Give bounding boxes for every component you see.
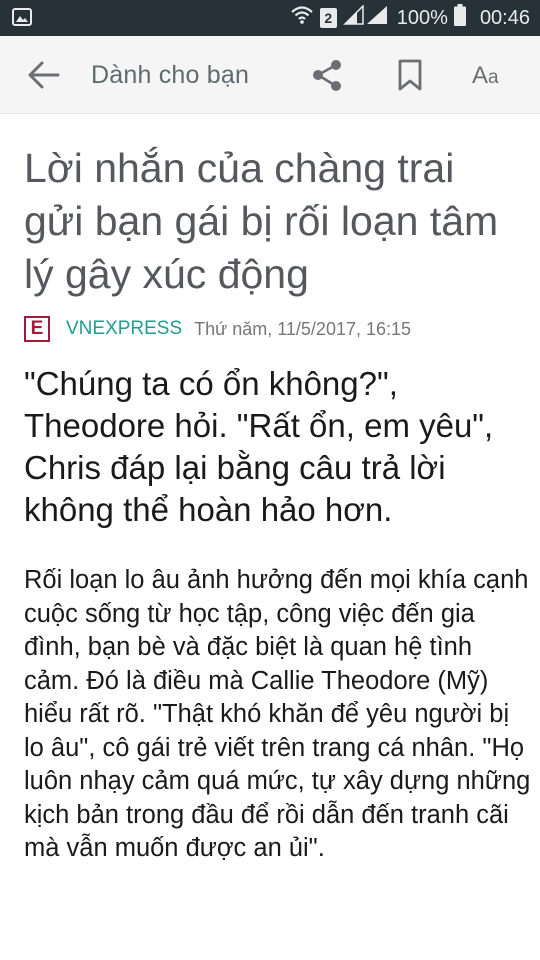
app-bar: Dành cho bạn Aa <box>0 36 540 114</box>
battery-icon <box>453 4 466 32</box>
app-bar-title: Dành cho bạn <box>91 61 250 89</box>
source-logo: E <box>24 316 50 342</box>
bookmark-icon[interactable] <box>394 58 426 92</box>
article-lead: "Chúng ta có ổn không?", Theodore hỏi. "… <box>24 365 494 528</box>
font-size-icon[interactable]: Aa <box>472 62 499 90</box>
clock: 00:46 <box>479 6 530 29</box>
battery-percent: 100% <box>396 6 448 29</box>
sim-slot-badge: 2 <box>319 8 337 28</box>
signal-icon <box>342 4 389 31</box>
back-arrow-icon[interactable] <box>26 58 62 92</box>
share-icon[interactable] <box>310 58 346 92</box>
article-body-paragraph: Rối loạn lo âu ảnh hưởng đến mọi khía cạ… <box>24 566 531 862</box>
publish-date: Thứ năm, 11/5/2017, 16:15 <box>194 318 412 339</box>
font-size-label-small: a <box>488 67 499 88</box>
article-headline: Lời nhắn của chàng trai gửi bạn gái bị r… <box>24 145 499 297</box>
font-size-label-big: A <box>472 62 489 89</box>
gallery-notification-icon <box>12 8 32 26</box>
status-icons: 2 100% 00:46 <box>290 0 530 36</box>
wifi-icon <box>290 5 314 31</box>
article-meta: E VNEXPRESS Thứ năm, 11/5/2017, 16:15 <box>24 314 411 344</box>
source-name[interactable]: VNEXPRESS <box>66 318 182 340</box>
status-bar: 2 100% 00:46 <box>0 0 540 36</box>
